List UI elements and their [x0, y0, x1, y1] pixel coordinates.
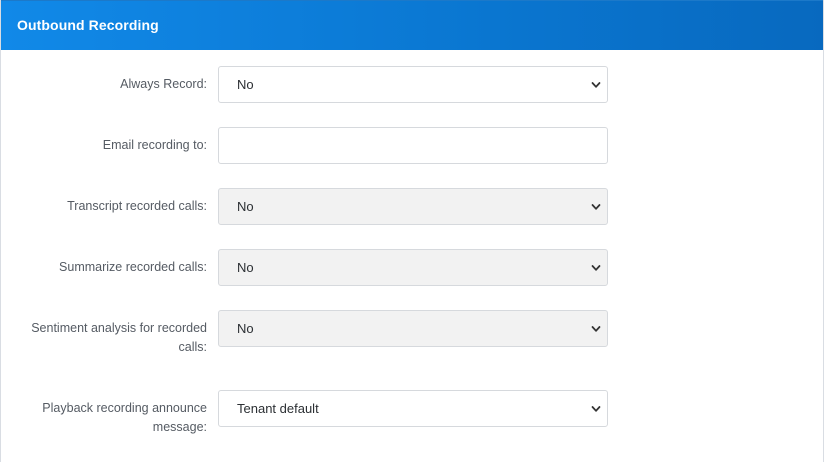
always-record-row: Always Record: No	[1, 66, 823, 103]
outbound-recording-panel: Outbound Recording Always Record: No Ema…	[0, 0, 824, 462]
transcript-row: Transcript recorded calls: No	[1, 188, 823, 225]
chevron-down-icon	[591, 324, 601, 334]
summarize-value: No	[237, 260, 254, 275]
transcript-value: No	[237, 199, 254, 214]
summarize-select[interactable]: No	[218, 249, 608, 286]
panel-title: Outbound Recording	[17, 17, 159, 33]
chevron-down-icon	[591, 404, 601, 414]
summarize-label: Summarize recorded calls:	[59, 260, 207, 274]
sentiment-label: Sentiment analysis for recorded calls:	[31, 321, 207, 354]
playback-row: Playback recording announce message: Ten…	[1, 390, 823, 438]
email-recording-label: Email recording to:	[102, 138, 207, 152]
email-recording-input[interactable]	[218, 127, 608, 164]
playback-label: Playback recording announce message:	[42, 401, 207, 434]
panel-header: Outbound Recording	[1, 0, 823, 50]
chevron-down-icon	[591, 202, 601, 212]
sentiment-row: Sentiment analysis for recorded calls: N…	[1, 310, 823, 354]
sentiment-select[interactable]: No	[218, 310, 608, 347]
sentiment-value: No	[237, 321, 254, 336]
always-record-select[interactable]: No	[218, 66, 608, 103]
chevron-down-icon	[591, 263, 601, 273]
transcript-label: Transcript recorded calls:	[67, 199, 207, 213]
transcript-select[interactable]: No	[218, 188, 608, 225]
summarize-row: Summarize recorded calls: No	[1, 249, 823, 286]
always-record-label: Always Record:	[120, 77, 207, 91]
always-record-value: No	[237, 77, 254, 92]
chevron-down-icon	[591, 80, 601, 90]
email-recording-row: Email recording to:	[1, 127, 823, 164]
playback-value: Tenant default	[237, 401, 319, 416]
playback-select[interactable]: Tenant default	[218, 390, 608, 427]
